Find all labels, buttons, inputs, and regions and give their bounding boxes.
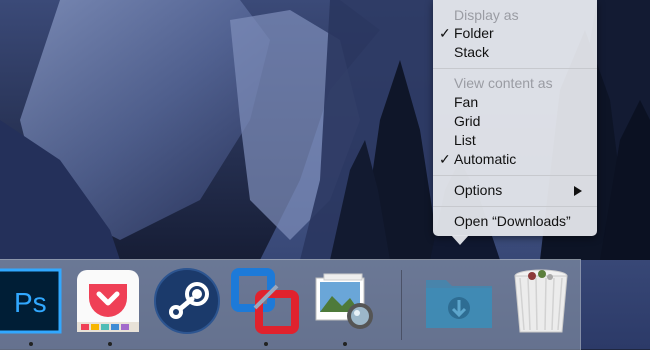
menu-separator bbox=[433, 206, 597, 207]
menu-item-label: List bbox=[454, 132, 476, 148]
menu-item-list[interactable]: List bbox=[433, 131, 597, 150]
dock-item-steam[interactable] bbox=[152, 266, 222, 336]
dock: Ps bbox=[0, 259, 581, 350]
running-indicator bbox=[343, 342, 347, 346]
dock-item-pocket[interactable] bbox=[73, 266, 143, 336]
running-indicator bbox=[108, 342, 112, 346]
menu-item-label: Options bbox=[454, 182, 503, 198]
photoshop-icon-text: Ps bbox=[14, 287, 47, 318]
menu-header-display-as: Display as bbox=[433, 6, 597, 25]
dock-item-photoshop[interactable]: Ps bbox=[0, 266, 64, 336]
menu-header-view-content-as: View content as bbox=[433, 74, 597, 93]
steam-icon bbox=[154, 268, 220, 334]
menu-item-open-downloads[interactable]: Open “Downloads” bbox=[433, 212, 597, 231]
submenu-arrow-icon bbox=[574, 186, 582, 196]
dock-item-vmware-fusion[interactable] bbox=[231, 266, 301, 336]
dock-item-preview[interactable] bbox=[310, 266, 380, 336]
running-indicator bbox=[264, 342, 268, 346]
menu-item-fan[interactable]: Fan bbox=[433, 93, 597, 112]
photoshop-icon: Ps bbox=[0, 268, 62, 334]
menu-item-stack[interactable]: Stack bbox=[433, 43, 597, 62]
running-indicator bbox=[29, 342, 33, 346]
menu-item-folder[interactable]: ✓ Folder bbox=[433, 24, 597, 43]
dock-separator bbox=[401, 270, 402, 340]
menu-item-label: Open “Downloads” bbox=[454, 213, 571, 229]
menu-item-grid[interactable]: Grid bbox=[433, 112, 597, 131]
preview-icon bbox=[315, 273, 373, 329]
menu-separator bbox=[433, 175, 597, 176]
vmware-icon bbox=[231, 268, 299, 334]
trash-icon bbox=[514, 269, 568, 333]
menu-header-label: View content as bbox=[454, 75, 553, 91]
menu-item-options[interactable]: Options bbox=[433, 181, 597, 200]
menu-separator bbox=[433, 68, 597, 69]
menu-item-label: Stack bbox=[454, 44, 490, 60]
downloads-context-menu: Display as ✓ Folder Stack View content a… bbox=[433, 0, 597, 236]
downloads-folder-icon bbox=[426, 280, 492, 328]
menu-item-label: Grid bbox=[454, 113, 481, 129]
menu-item-label: Folder bbox=[454, 25, 494, 41]
dock-item-downloads[interactable] bbox=[424, 266, 494, 336]
checkmark-icon: ✓ bbox=[439, 151, 451, 167]
menu-item-label: Fan bbox=[454, 94, 479, 110]
pocket-icon bbox=[77, 270, 139, 332]
checkmark-icon: ✓ bbox=[439, 25, 451, 41]
menu-item-label: Automatic bbox=[454, 151, 517, 167]
menu-pointer bbox=[451, 235, 469, 245]
menu-item-automatic[interactable]: ✓ Automatic bbox=[433, 150, 597, 169]
menu-header-label: Display as bbox=[454, 7, 519, 23]
dock-item-trash[interactable] bbox=[506, 266, 576, 336]
